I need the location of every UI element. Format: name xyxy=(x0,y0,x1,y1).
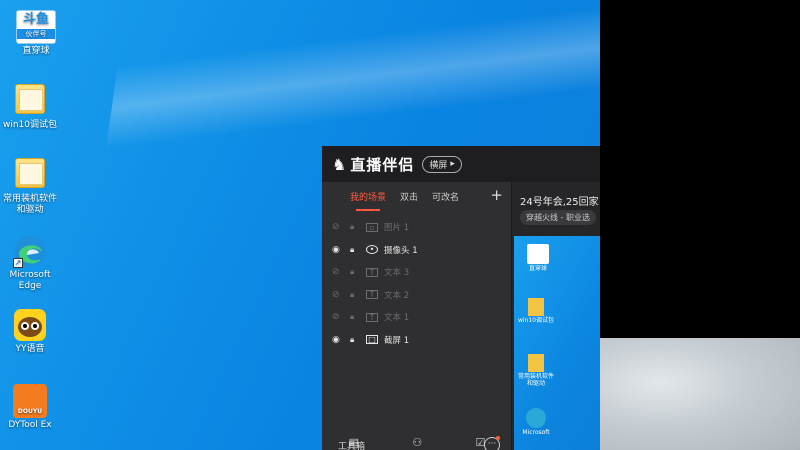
source-name: 文本 1 xyxy=(384,313,410,324)
add-scene-button[interactable]: + xyxy=(490,186,503,204)
eye-visible-icon[interactable]: ◉ xyxy=(332,245,346,255)
folder-icon xyxy=(13,158,47,192)
app-header: ♞ 直播伴侣 横屏 ▸ xyxy=(322,146,600,182)
desktop-icon-label: 常用装机软件和驱动 xyxy=(2,194,57,215)
lock-icon[interactable]: 🔒︎ xyxy=(350,267,364,277)
desktop-icon-label: Microsoft Edge xyxy=(9,270,51,291)
shortcut-arrow-icon: ↗ xyxy=(13,258,23,268)
orientation-toggle-button[interactable]: 横屏 ▸ xyxy=(422,155,462,173)
lock-icon[interactable]: 🔒︎ xyxy=(350,245,364,255)
source-row-text-3[interactable]: ⊘ 🔒︎ T 文本 3 xyxy=(322,261,511,284)
desktop-icon-label: YY语音 xyxy=(15,344,45,354)
eye-hidden-icon[interactable]: ⊘ xyxy=(332,222,346,232)
camera-feed xyxy=(600,338,800,450)
preview-icon-label: win10调试包 xyxy=(517,317,554,324)
checkbox-icon[interactable]: ☑ xyxy=(475,436,485,450)
tab-double-click[interactable]: 双击 xyxy=(400,190,418,203)
bottom-toolbar: ▤ ⚇ ☑ xyxy=(322,436,512,450)
lock-icon[interactable]: 🔒︎ xyxy=(350,290,364,300)
preview-icon-label: 常用装机软件和驱动 xyxy=(517,373,554,387)
desktop-icon-label: DYTool Ex xyxy=(8,420,52,430)
edge-icon: ↗ xyxy=(13,234,47,268)
scene-source-list: ⊘ 🔒︎ ▫ 图片 1 ◉ 🔒︎ • 摄像头 1 ⊘ 🔒︎ T 文本 3 ⊘ 🔒… xyxy=(322,216,511,351)
orientation-label: 横屏 xyxy=(429,160,448,171)
scene-panel: 我的场景 双击 可改名 + ⊘ 🔒︎ ▫ 图片 1 ◉ 🔒︎ • 摄像头 1 ⊘… xyxy=(322,182,512,450)
preview-icon-label: 直穿球 xyxy=(528,265,547,272)
category-tag[interactable]: 穿越火线 - 职业选 xyxy=(520,210,596,225)
dytool-icon: DOUYU xyxy=(13,384,47,418)
eye-hidden-icon[interactable]: ⊘ xyxy=(332,312,346,322)
eye-visible-icon[interactable]: ◉ xyxy=(332,335,346,345)
preview-icon-douyu: 直穿球 xyxy=(518,244,558,272)
source-row-camera-1[interactable]: ◉ 🔒︎ • 摄像头 1 xyxy=(322,239,511,262)
desktop-icon-drivers-folder[interactable]: 常用装机软件和驱动 xyxy=(0,158,60,216)
camera-source-icon: • xyxy=(366,245,378,255)
folder-icon xyxy=(13,84,47,118)
scene-tabs: 我的场景 双击 可改名 + xyxy=(322,182,511,211)
douyu-sublabel: 伙伴号 xyxy=(17,29,55,39)
douyu-logo-icon: 斗鱼 伙伴号 xyxy=(16,10,56,44)
douyu-logo-text: 斗鱼 xyxy=(22,12,49,27)
tab-rename[interactable]: 可改名 xyxy=(432,190,459,203)
live-companion-window: ♞ 直播伴侣 横屏 ▸ 我的场景 双击 可改名 + ⊘ 🔒︎ ▫ 图片 1 ◉ … xyxy=(322,146,600,450)
lock-icon[interactable]: 🔒︎ xyxy=(350,335,364,345)
source-name: 截屏 1 xyxy=(384,335,410,346)
desktop-icon-label: 直穿球 xyxy=(22,46,50,56)
desktop-icon-douyu[interactable]: 斗鱼 伙伴号 直穿球 xyxy=(6,10,66,57)
lock-icon[interactable]: 🔒︎ xyxy=(350,222,364,232)
yy-voice-icon xyxy=(13,308,47,342)
preview-icon-edge: Microsoft xyxy=(516,408,556,436)
desktop-icon-win10-folder[interactable]: win10调试包 xyxy=(0,84,60,131)
document-icon[interactable]: ▤ xyxy=(349,436,359,450)
stream-info-panel: 24号年会,25回家 穿越火线 - 职业选 直穿球 win10调试包 常用装机软… xyxy=(512,182,600,450)
desktop-icon-label: win10调试包 xyxy=(2,120,58,130)
app-title: 直播伴侣 xyxy=(350,155,415,174)
user-icon[interactable]: ⚇ xyxy=(412,436,422,450)
eye-hidden-icon[interactable]: ⊘ xyxy=(332,267,346,277)
lock-icon[interactable]: 🔒︎ xyxy=(350,312,364,322)
desktop-icon-dytool[interactable]: DOUYU DYTool Ex xyxy=(0,384,60,431)
black-region xyxy=(600,0,800,338)
app-logo-icon: ♞ xyxy=(332,154,347,174)
text-source-icon: T xyxy=(366,312,378,322)
source-row-text-1[interactable]: ⊘ 🔒︎ T 文本 1 xyxy=(322,306,511,329)
play-arrow-icon: ▸ xyxy=(450,159,455,169)
stream-preview: 直穿球 win10调试包 常用装机软件和驱动 Microsoft xyxy=(514,236,600,450)
text-source-icon: T xyxy=(366,290,378,300)
screen-source-icon: □ xyxy=(366,335,378,345)
source-row-screenshot-1[interactable]: ◉ 🔒︎ □ 截屏 1 xyxy=(322,329,511,352)
source-name: 摄像头 1 xyxy=(384,245,418,256)
eye-hidden-icon[interactable]: ⊘ xyxy=(332,290,346,300)
image-source-icon: ▫ xyxy=(366,222,378,232)
source-name: 文本 2 xyxy=(384,290,410,301)
preview-icon-folder: 常用装机软件和驱动 xyxy=(516,354,556,387)
source-name: 文本 3 xyxy=(384,268,410,279)
desktop-icon-edge[interactable]: ↗ Microsoft Edge xyxy=(0,234,60,292)
source-name: 图片 1 xyxy=(384,223,410,234)
source-row-text-2[interactable]: ⊘ 🔒︎ T 文本 2 xyxy=(322,284,511,307)
windows-desktop: 斗鱼 伙伴号 直穿球 win10调试包 常用装机软件和驱动 ↗ Microsof… xyxy=(0,0,600,450)
dytool-badge: DOUYU xyxy=(17,408,43,415)
preview-icon-label: Microsoft xyxy=(522,429,550,436)
source-row-image-1[interactable]: ⊘ 🔒︎ ▫ 图片 1 xyxy=(322,216,511,239)
preview-icon-folder: win10调试包 xyxy=(516,298,556,324)
text-source-icon: T xyxy=(366,267,378,277)
desktop-icon-yy[interactable]: YY语音 xyxy=(0,308,60,355)
room-title[interactable]: 24号年会,25回家 xyxy=(520,193,599,208)
tab-my-scenes[interactable]: 我的场景 xyxy=(350,190,386,211)
